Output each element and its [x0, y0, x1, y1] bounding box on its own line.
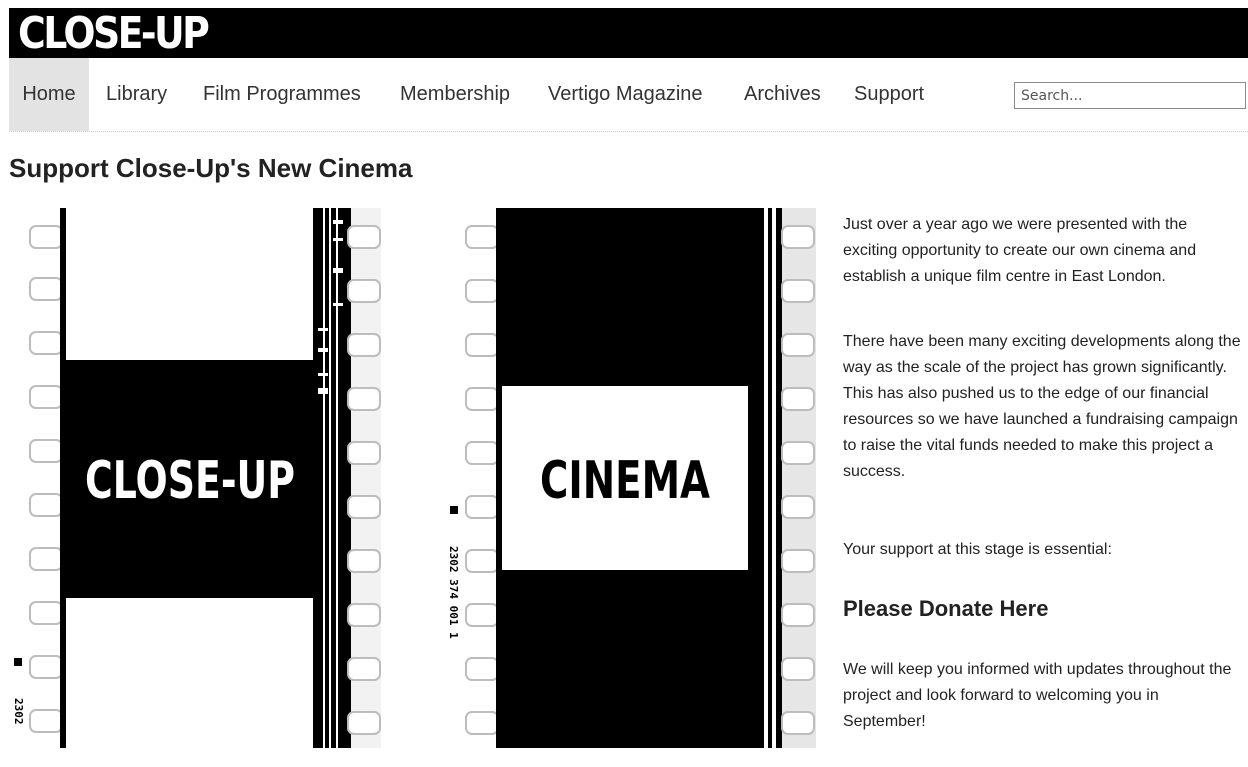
- developments-paragraph: There have been many exciting developmen…: [843, 333, 1241, 480]
- donate-link[interactable]: Please Donate Here: [843, 596, 1048, 622]
- nav-film-programmes[interactable]: Film Programmes: [203, 58, 361, 131]
- nav-home[interactable]: Home: [9, 58, 89, 131]
- page-title: Support Close-Up's New Cinema: [9, 153, 413, 183]
- closing-paragraph: We will keep you informed with updates t…: [843, 661, 1232, 730]
- page: CLOSE-UP Home Library Film Programmes Me…: [0, 0, 1248, 767]
- edge-code-right: 2302 374 001 1: [447, 546, 460, 639]
- left-frame-title: CLOSE-UP: [85, 451, 295, 511]
- film-strip-image: 2302 CLOSE-UP: [0, 208, 400, 748]
- main-nav: Home Library Film Programmes Membership …: [9, 58, 1248, 132]
- nav-library[interactable]: Library: [106, 58, 167, 131]
- site-logo[interactable]: CLOSE-UP: [18, 6, 210, 62]
- right-frame-title: CINEMA: [540, 451, 710, 511]
- nav-membership[interactable]: Membership: [400, 58, 510, 131]
- intro-paragraph: Just over a year ago we were presented w…: [843, 216, 1197, 285]
- film-strip-cinema: 2302 374 001 1 CINEMA: [430, 208, 830, 748]
- nav-vertigo-magazine[interactable]: Vertigo Magazine: [548, 58, 703, 131]
- support-paragraph: Your support at this stage is essential:: [843, 541, 1112, 558]
- nav-archives[interactable]: Archives: [744, 58, 821, 131]
- search-input[interactable]: [1014, 82, 1246, 109]
- edge-code-left: 2302: [12, 698, 25, 725]
- film-strip-image: 2302 374 001 1 CINEMA: [430, 208, 830, 748]
- nav-support[interactable]: Support: [854, 58, 924, 131]
- site-header: CLOSE-UP: [9, 8, 1248, 59]
- film-strip-close-up: 2302 CLOSE-UP: [0, 208, 400, 748]
